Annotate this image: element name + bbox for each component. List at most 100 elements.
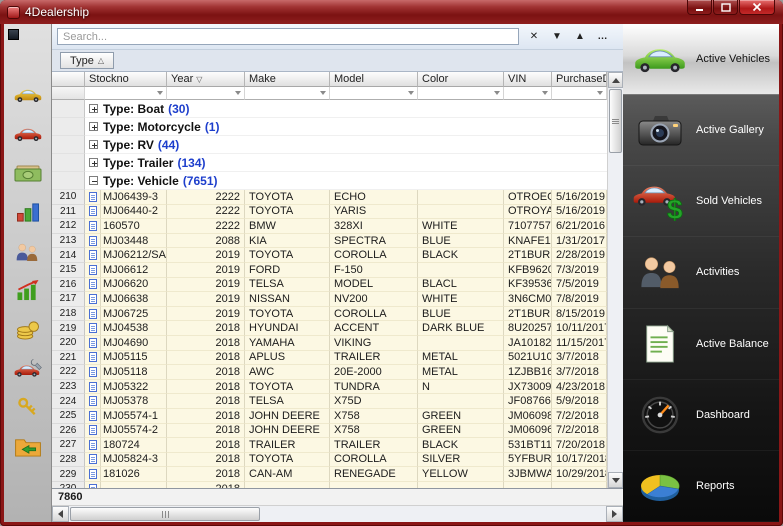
stockno-link[interactable]: MJ05118 bbox=[101, 365, 167, 380]
stockno-link[interactable]: MJ05115 bbox=[101, 351, 167, 366]
move-down-button[interactable]: ▼ bbox=[549, 28, 565, 46]
rail-scroll-button[interactable] bbox=[8, 29, 19, 40]
filter-cell-stockno[interactable] bbox=[85, 87, 167, 100]
chart-blocks-icon[interactable] bbox=[12, 199, 44, 225]
scroll-left-button[interactable] bbox=[52, 506, 69, 522]
column-header-purchasedate[interactable]: PurchaseDate bbox=[552, 72, 607, 87]
expand-collapse-icon[interactable] bbox=[89, 176, 98, 185]
growth-chart-icon[interactable] bbox=[12, 277, 44, 303]
sports-car-icon[interactable] bbox=[12, 82, 44, 108]
filter-cell-make[interactable] bbox=[245, 87, 330, 100]
expand-collapse-icon[interactable] bbox=[89, 158, 98, 167]
keys-icon[interactable] bbox=[12, 394, 44, 420]
table-row[interactable]: 227 180724 2018 TRAILER TRAILER BLACK 53… bbox=[52, 438, 607, 453]
column-header-vin[interactable]: VIN bbox=[504, 72, 552, 87]
stockno-link[interactable]: MJ04690 bbox=[101, 336, 167, 351]
column-header-year[interactable]: Year▽ bbox=[167, 72, 245, 87]
sidebar-item-sold-vehicles[interactable]: $ Sold Vehicles bbox=[623, 166, 779, 237]
column-header-model[interactable]: Model bbox=[330, 72, 418, 87]
group-row[interactable]: Type: Trailer(134) bbox=[52, 154, 607, 172]
stockno-link[interactable]: MJ04538 bbox=[101, 321, 167, 336]
scroll-down-button[interactable] bbox=[608, 472, 623, 488]
cash-icon[interactable] bbox=[12, 160, 44, 186]
stockno-link[interactable]: MJ05574-1 bbox=[101, 409, 167, 424]
stockno-link[interactable]: 160570 bbox=[101, 219, 167, 234]
table-row[interactable]: 211 MJ06440-2 2222 TOYOTA YARIS OTROYA 5… bbox=[52, 205, 607, 220]
coins-icon[interactable] bbox=[12, 316, 44, 342]
vertical-scrollbar[interactable] bbox=[607, 72, 623, 488]
column-header-color[interactable]: Color bbox=[418, 72, 504, 87]
table-row[interactable]: 228 MJ05824-3 2018 TOYOTA COROLLA SILVER… bbox=[52, 453, 607, 468]
expand-collapse-icon[interactable] bbox=[89, 122, 98, 131]
clear-search-button[interactable]: ✕ bbox=[526, 28, 542, 46]
filter-cell-color[interactable] bbox=[418, 87, 504, 100]
column-header-make[interactable]: Make bbox=[245, 72, 330, 87]
move-up-button[interactable]: ▲ bbox=[572, 28, 588, 46]
table-row[interactable]: 210 MJ06439-3 2222 TOYOTA ECHO OTROECI 5… bbox=[52, 190, 607, 205]
table-row[interactable]: 215 MJ06612 2019 FORD F-150 KFB9620 7/3/… bbox=[52, 263, 607, 278]
car-icon[interactable] bbox=[12, 121, 44, 147]
table-row[interactable]: 223 MJ05322 2018 TOYOTA TUNDRA N JX73009… bbox=[52, 380, 607, 395]
table-row[interactable]: 214 MJ06212/SA 2019 TOYOTA COROLLA BLACK… bbox=[52, 248, 607, 263]
table-row[interactable]: 224 MJ05378 2018 TELSA X75D JF08766 5/9/… bbox=[52, 394, 607, 409]
stockno-link[interactable]: MJ06638 bbox=[101, 292, 167, 307]
car-service-icon[interactable] bbox=[12, 355, 44, 381]
horizontal-scroll-track[interactable] bbox=[260, 506, 606, 522]
stockno-link[interactable]: MJ05322 bbox=[101, 380, 167, 395]
table-row[interactable]: 229 181026 2018 CAN-AM RENEGADE YELLOW 3… bbox=[52, 467, 607, 482]
group-row[interactable]: Type: Motorcycle(1) bbox=[52, 118, 607, 136]
table-row[interactable]: 225 MJ05574-1 2018 JOHN DEERE X758 GREEN… bbox=[52, 409, 607, 424]
stockno-link[interactable]: MJ06612 bbox=[101, 263, 167, 278]
filter-cell-purchasedate[interactable] bbox=[552, 87, 607, 100]
sidebar-item-active-gallery[interactable]: Active Gallery bbox=[623, 95, 779, 166]
expand-collapse-icon[interactable] bbox=[89, 140, 98, 149]
stockno-link[interactable]: MJ06620 bbox=[101, 278, 167, 293]
sidebar-item-active-balance[interactable]: Active Balance bbox=[623, 309, 779, 380]
close-button[interactable] bbox=[739, 0, 775, 15]
column-header-stockno[interactable]: Stockno bbox=[85, 72, 167, 87]
table-row[interactable]: 213 MJ03448 2088 KIA SPECTRA BLUE KNAFE1… bbox=[52, 234, 607, 249]
group-row[interactable]: Type: Vehicle(7651) bbox=[52, 172, 607, 190]
expand-collapse-icon[interactable] bbox=[89, 104, 98, 113]
table-row[interactable]: 218 MJ06725 2019 TOYOTA COROLLA BLUE 2T1… bbox=[52, 307, 607, 322]
table-row[interactable]: 222 MJ05118 2018 AWC 20E-2000 METAL 1ZJB… bbox=[52, 365, 607, 380]
sidebar-item-reports[interactable]: Reports bbox=[623, 451, 779, 522]
horizontal-scroll-thumb[interactable] bbox=[70, 507, 260, 521]
stockno-link[interactable]: 180724 bbox=[101, 438, 167, 453]
filter-cell-model[interactable] bbox=[330, 87, 418, 100]
filter-cell-vin[interactable] bbox=[504, 87, 552, 100]
exit-folder-icon[interactable] bbox=[12, 433, 44, 459]
vertical-scroll-track[interactable] bbox=[608, 154, 623, 472]
stockno-link[interactable]: MJ05574-2 bbox=[101, 424, 167, 439]
filter-cell-year[interactable] bbox=[167, 87, 245, 100]
scroll-up-button[interactable] bbox=[608, 72, 623, 88]
table-row[interactable]: 212 160570 2222 BMW 328XI WHITE 7107757 … bbox=[52, 219, 607, 234]
sidebar-item-active-vehicles[interactable]: Active Vehicles bbox=[623, 24, 779, 95]
sidebar-item-dashboard[interactable]: Dashboard bbox=[623, 380, 779, 451]
stockno-link[interactable]: MJ06212/SA bbox=[101, 248, 167, 263]
table-row[interactable]: 216 MJ06620 2019 TELSA MODEL BLACL KF395… bbox=[52, 278, 607, 293]
stockno-link[interactable]: MJ05824-3 bbox=[101, 453, 167, 468]
more-options-button[interactable]: … bbox=[595, 28, 611, 46]
minimize-button[interactable] bbox=[687, 0, 712, 15]
table-row[interactable]: 220 MJ04690 2018 YAMAHA VIKING JA10182 1… bbox=[52, 336, 607, 351]
group-by-type-tab[interactable]: Type △ bbox=[60, 52, 114, 69]
stockno-link[interactable]: MJ05378 bbox=[101, 394, 167, 409]
table-row[interactable]: 217 MJ06638 2019 NISSAN NV200 WHITE 3N6C… bbox=[52, 292, 607, 307]
stockno-link[interactable]: MJ06440-2 bbox=[101, 205, 167, 220]
stockno-link[interactable]: MJ06439-3 bbox=[101, 190, 167, 205]
table-row[interactable]: 221 MJ05115 2018 APLUS TRAILER METAL 502… bbox=[52, 351, 607, 366]
people-icon[interactable] bbox=[12, 238, 44, 264]
stockno-link[interactable]: 181026 bbox=[101, 467, 167, 482]
table-row[interactable]: 219 MJ04538 2018 HYUNDAI ACCENT DARK BLU… bbox=[52, 321, 607, 336]
stockno-link[interactable]: MJ06725 bbox=[101, 307, 167, 322]
stockno-link[interactable]: MJ03448 bbox=[101, 234, 167, 249]
sidebar-item-activities[interactable]: Activities bbox=[623, 237, 779, 308]
vertical-scroll-thumb[interactable] bbox=[609, 89, 622, 153]
table-row[interactable]: 226 MJ05574-2 2018 JOHN DEERE X758 GREEN… bbox=[52, 424, 607, 439]
group-row[interactable]: Type: RV(44) bbox=[52, 136, 607, 154]
search-input[interactable] bbox=[57, 28, 519, 45]
maximize-button[interactable] bbox=[713, 0, 738, 15]
scroll-right-button[interactable] bbox=[606, 506, 623, 522]
horizontal-scrollbar[interactable] bbox=[52, 505, 623, 522]
